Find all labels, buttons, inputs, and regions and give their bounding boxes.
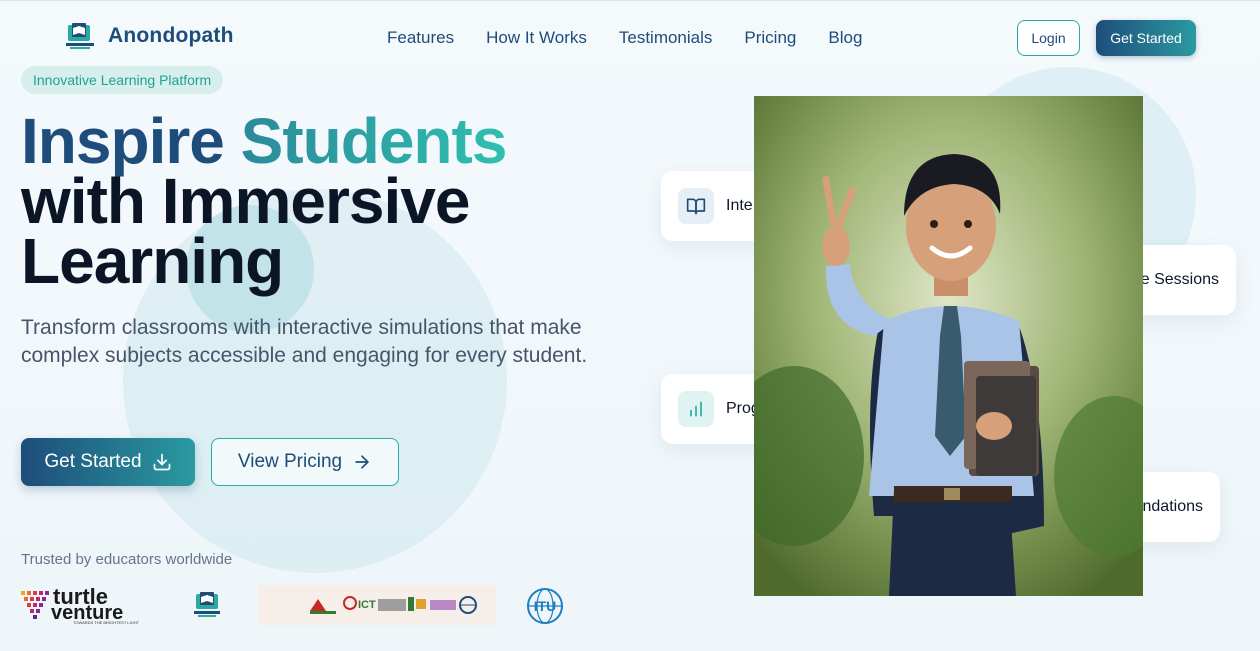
hero-lead-text: Transform classrooms with interactive si… [21, 316, 588, 367]
navbar: Anondopath Features How It Works Testimo… [0, 1, 1260, 75]
nav-get-started-button[interactable]: Get Started [1096, 20, 1196, 56]
brand-logo-icon [64, 21, 96, 51]
trusted-by-text: Trusted by educators worldwide [21, 551, 233, 568]
turtle-logo-tagline: TOWARDS THE BRIGHTEST LIGHT [73, 620, 140, 625]
login-button[interactable]: Login [1017, 20, 1080, 56]
hero-get-started-button[interactable]: Get Started [21, 438, 195, 486]
headline-line-3: Learning [21, 225, 284, 297]
bar-chart-icon [678, 391, 714, 427]
turtle-venture-logo: turtle venture TOWARDS THE BRIGHTEST LIG… [21, 584, 155, 625]
brand-name: Anondopath [108, 24, 234, 47]
nav-link-how-it-works[interactable]: How It Works [486, 28, 587, 48]
hero-student-photo [754, 96, 1143, 596]
hero-get-started-label: Get Started [44, 451, 142, 472]
nav-link-testimonials[interactable]: Testimonials [619, 28, 713, 48]
anondopath-partner-logo [191, 589, 223, 621]
ict-logo-text: ICT [358, 599, 376, 611]
nav-link-blog[interactable]: Blog [828, 28, 862, 48]
view-pricing-label: View Pricing [237, 451, 343, 472]
hero-badge: Innovative Learning Platform [21, 66, 224, 94]
itu-logo: ITU [526, 587, 564, 625]
feature-card-interactive-label: Inte [726, 197, 753, 214]
feature-card-recommendations-label: ndations [1142, 498, 1204, 515]
hero-headline: Inspire Students with Immersive Learning [21, 109, 581, 297]
brand-link[interactable]: Anondopath [64, 21, 234, 51]
main-nav: Features How It Works Testimonials Prici… [387, 28, 862, 48]
ict-division-logo: ICT [258, 585, 496, 625]
feature-card-sessions-label: e Sessions [1140, 271, 1219, 288]
nav-link-pricing[interactable]: Pricing [744, 28, 796, 48]
download-icon [152, 452, 172, 472]
itu-logo-text: ITU [534, 598, 557, 614]
headline-line-2: with Immersive [21, 165, 470, 237]
book-open-icon [678, 188, 714, 224]
view-pricing-button[interactable]: View Pricing [211, 438, 399, 486]
headline-line-1: Inspire Students [21, 109, 581, 173]
nav-link-features[interactable]: Features [387, 28, 454, 48]
arrow-right-icon [352, 452, 372, 472]
